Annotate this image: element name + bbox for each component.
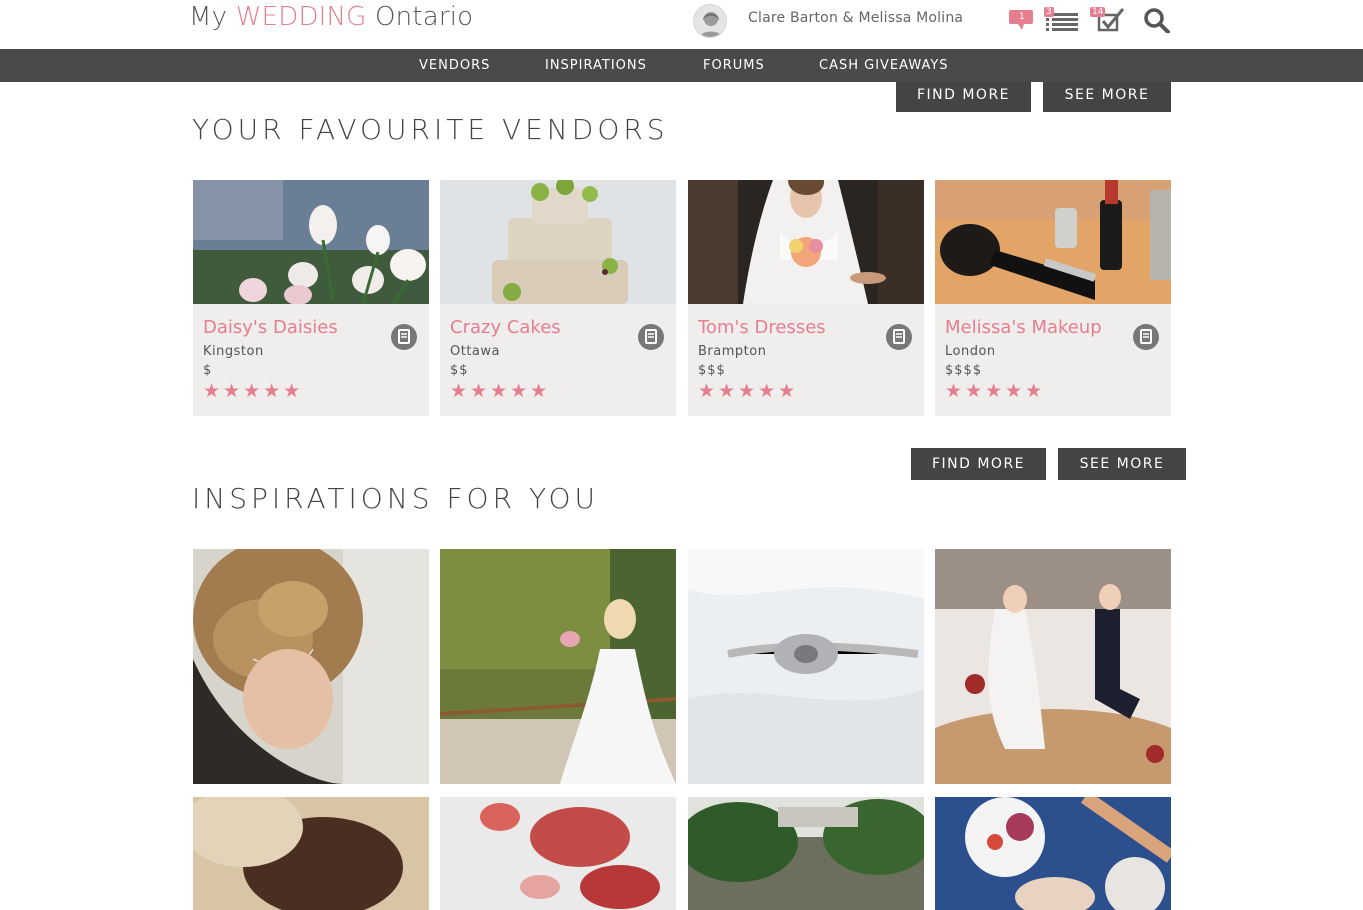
vendor-photo [193, 180, 429, 304]
vendor-photo [688, 180, 924, 304]
checklist-badge: 14 [1090, 7, 1106, 17]
see-more-button[interactable]: SEE MORE [1058, 448, 1186, 480]
vendor-name[interactable]: Daisy's Daisies [203, 317, 338, 338]
vendor-city: London [945, 344, 996, 359]
checklist-icon[interactable]: 14 [1090, 7, 1125, 33]
vendor-info: Crazy Cakes Ottawa $$ ★★★★★ [440, 304, 676, 416]
search-icon[interactable] [1143, 7, 1171, 34]
vendor-info: Melissa's Makeup London $$$$ ★★★★★ [935, 304, 1171, 416]
logo-accent: WEDDING [235, 2, 367, 32]
vendor-rating-stars: ★★★★★ [945, 380, 1046, 402]
vendor-city: Brampton [698, 344, 767, 359]
find-more-button[interactable]: FIND MORE [911, 448, 1046, 480]
nav-vendors[interactable]: VENDORS [419, 49, 490, 82]
vendor-rating-stars: ★★★★★ [698, 380, 799, 402]
chat-icon[interactable]: 1 [1008, 7, 1036, 33]
site-header: My WEDDING Ontario Clare Barton & Meliss… [0, 0, 1363, 49]
book-icon[interactable] [638, 324, 664, 350]
nav-cash-giveaways[interactable]: CASH GIVEAWAYS [819, 49, 949, 82]
vendor-price: $$$$ [945, 363, 983, 378]
vendor-card[interactable]: Melissa's Makeup London $$$$ ★★★★★ [935, 180, 1171, 416]
vendor-rating-stars: ★★★★★ [203, 380, 304, 402]
find-more-label-top: FIND MORE [916, 87, 1011, 103]
book-icon[interactable] [391, 324, 417, 350]
inspirations-section-title: INSPIRATIONS FOR YOU [192, 482, 600, 515]
vendors-section-title: YOUR FAVOURITE VENDORS [192, 113, 669, 146]
vendor-name[interactable]: Melissa's Makeup [945, 317, 1102, 338]
vendor-name[interactable]: Tom's Dresses [698, 317, 826, 338]
inspiration-tile[interactable] [935, 797, 1171, 910]
inspiration-tile[interactable] [935, 549, 1171, 784]
vendor-info: Tom's Dresses Brampton $$$ ★★★★★ [688, 304, 924, 416]
vendor-photo [935, 180, 1171, 304]
vendor-price: $ [203, 363, 213, 378]
list-badge: 3 [1044, 7, 1054, 17]
find-more-button-top[interactable]: FIND MORE [896, 82, 1031, 112]
logo-suffix: Ontario [366, 2, 474, 32]
inspiration-tile[interactable] [688, 549, 924, 784]
messages-badge: 1 [1019, 12, 1025, 22]
vendor-card[interactable]: Crazy Cakes Ottawa $$ ★★★★★ [440, 180, 676, 416]
nav-forums[interactable]: FORUMS [703, 49, 765, 82]
inspiration-tile[interactable] [688, 797, 924, 910]
book-icon[interactable] [1133, 324, 1159, 350]
vendor-card[interactable]: Tom's Dresses Brampton $$$ ★★★★★ [688, 180, 924, 416]
inspiration-tile[interactable] [193, 549, 429, 784]
vendor-price: $$$ [698, 363, 726, 378]
see-more-label-top: SEE MORE [1064, 87, 1150, 103]
vendor-price: $$ [450, 363, 469, 378]
avatar[interactable] [693, 4, 727, 38]
inspiration-tile[interactable] [440, 797, 676, 910]
vendor-city: Ottawa [450, 344, 500, 359]
vendor-info: Daisy's Daisies Kingston $ ★★★★★ [193, 304, 429, 416]
inspiration-tile[interactable] [440, 549, 676, 784]
main-nav: VENDORS INSPIRATIONS FORUMS CASH GIVEAWA… [0, 49, 1363, 82]
list-icon[interactable]: 3 [1044, 7, 1078, 33]
vendor-card[interactable]: Daisy's Daisies Kingston $ ★★★★★ [193, 180, 429, 416]
inspiration-tile[interactable] [193, 797, 429, 910]
vendor-rating-stars: ★★★★★ [450, 380, 551, 402]
logo-prefix: My [189, 2, 236, 32]
user-names[interactable]: Clare Barton & Melissa Molina [748, 10, 963, 26]
vendor-city: Kingston [203, 344, 264, 359]
vendor-name[interactable]: Crazy Cakes [450, 317, 561, 338]
site-logo[interactable]: My WEDDING Ontario [189, 2, 473, 32]
see-more-button-top[interactable]: SEE MORE [1043, 82, 1171, 112]
vendor-photo [440, 180, 676, 304]
nav-inspirations[interactable]: INSPIRATIONS [545, 49, 647, 82]
book-icon[interactable] [886, 324, 912, 350]
